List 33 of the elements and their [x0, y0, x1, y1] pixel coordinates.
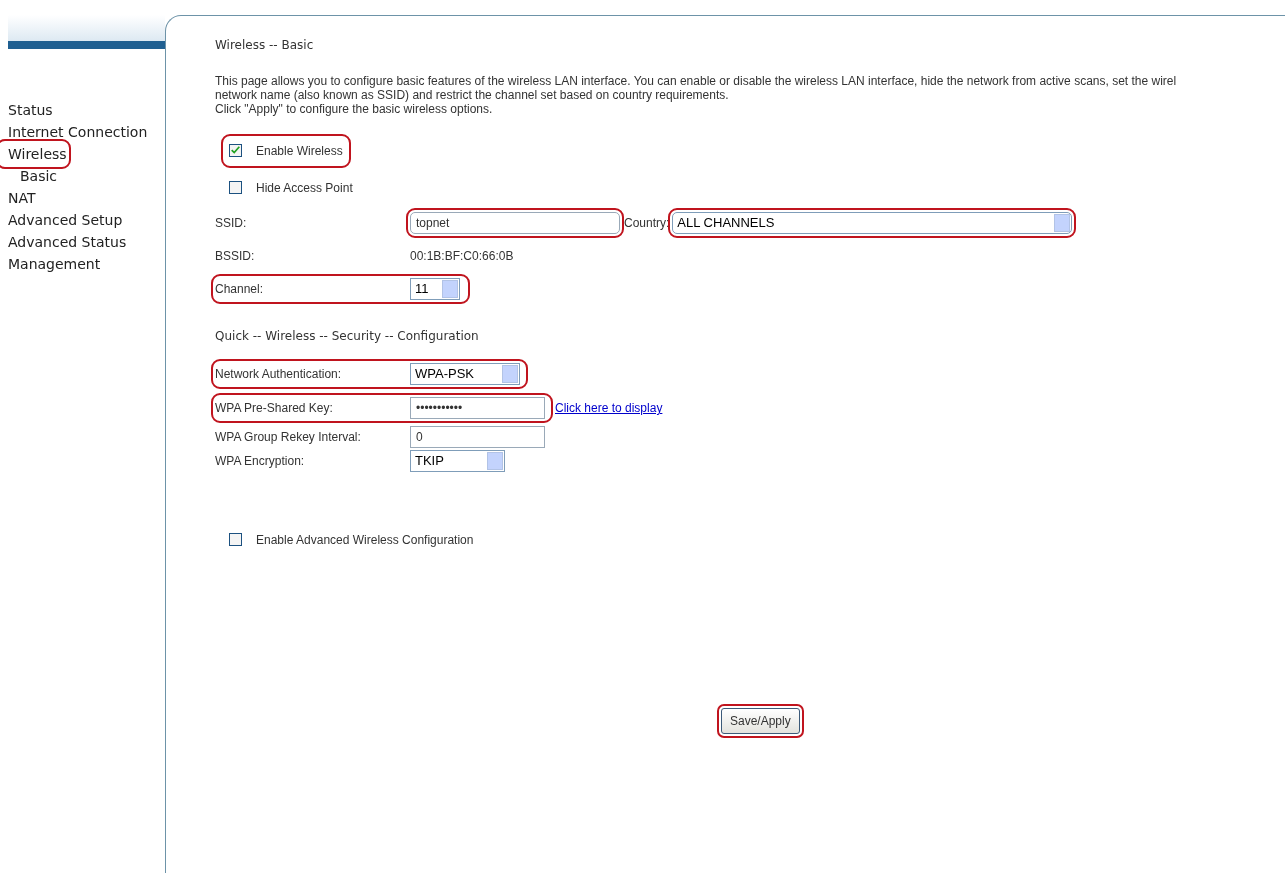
input-field[interactable]: ••••••••••• — [410, 397, 545, 419]
sidebar-subitem[interactable]: Basic — [0, 165, 58, 187]
sidebar-item[interactable]: Status — [0, 99, 53, 121]
input-field[interactable]: 0 — [410, 426, 545, 448]
checkbox[interactable] — [229, 533, 242, 546]
field-label: Country: — [624, 214, 670, 232]
select-field[interactable]: TKIP — [410, 450, 505, 472]
checkbox-label: Enable Wireless — [256, 142, 343, 160]
page-title: Wireless -- Basic — [215, 37, 315, 54]
checkbox[interactable] — [229, 181, 242, 194]
field-label: WPA Encryption: — [215, 453, 306, 470]
section-title: Quick -- Wireless -- Security -- Configuration — [215, 328, 480, 345]
field-label: SSID: — [215, 214, 248, 232]
checkbox[interactable] — [229, 144, 242, 157]
sidebar-item[interactable]: Management — [0, 253, 101, 275]
channel-select[interactable]: 11 — [410, 277, 460, 300]
checkbox-label: Hide Access Point — [256, 179, 353, 197]
description-text: network name (also known as SSID) and restrict the channel set based on country requirements. — [215, 88, 730, 102]
field-label: WPA Pre-Shared Key: — [215, 400, 334, 417]
sidebar-item[interactable]: Advanced Setup — [0, 209, 123, 231]
bssid-value: 00:1B:BF:C0:66:0B — [410, 247, 514, 265]
description-text: This page allows you to configure basic features of the wireless LAN interface. You can enable or disable the wireless LAN interface, hide the network from active scans, set the wirel — [215, 74, 1178, 88]
display-key-link[interactable]: Click here to display — [555, 399, 663, 417]
select-field[interactable]: WPA-PSK — [410, 363, 520, 385]
checkbox-label: Enable Advanced Wireless Configuration — [256, 531, 474, 549]
field-label: BSSID: — [215, 247, 256, 265]
sidebar-item[interactable]: Internet Connection — [0, 121, 148, 143]
field-label: Channel: — [215, 280, 265, 298]
sidebar-item[interactable]: NAT — [0, 187, 36, 209]
field-label: WPA Group Rekey Interval: — [215, 429, 362, 446]
field-label: Network Authentication: — [215, 366, 343, 383]
description-text: Click "Apply" to configure the basic wireless options. — [215, 102, 494, 116]
sidebar-item[interactable]: Advanced Status — [0, 231, 127, 253]
